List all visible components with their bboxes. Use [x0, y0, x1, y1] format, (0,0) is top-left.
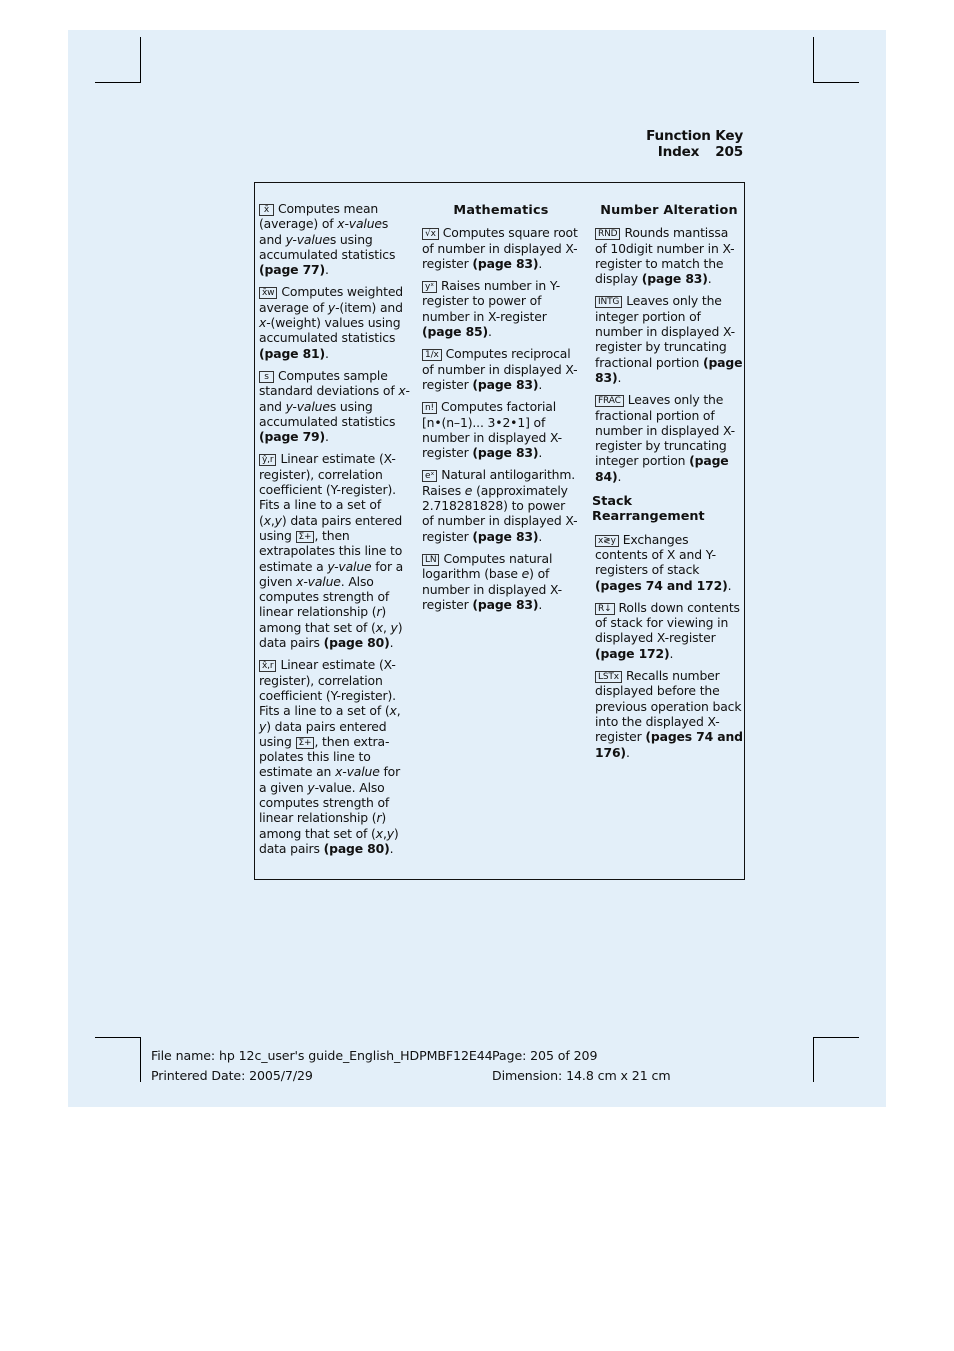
page-reference: (page 83)	[472, 528, 539, 544]
page-reference: (pages 74 and 172)	[595, 577, 728, 593]
dimension: Dimension: 14.8 cm x 21 cm	[492, 1068, 671, 1083]
function-entry: 1/x Computes reciprocal of number in disp…	[422, 346, 578, 392]
function-entry: n! Computes factorial [n•(n–1)... 3•2•1] …	[422, 399, 562, 461]
function-entry: x̄w Computes weighted average of y-(item)…	[259, 284, 404, 361]
printed-date: Printered Date: 2005/7/29	[151, 1068, 313, 1083]
page-reference: (page 83)	[472, 376, 539, 392]
running-head: Function Key Index 205	[560, 128, 743, 160]
function-entry: x≷y Exchanges contents of X and Y-registe…	[595, 531, 732, 593]
page-reference: (page 83)	[472, 596, 539, 612]
function-entry: INTG Leaves only the integer portion of n…	[595, 293, 743, 385]
crop-mark	[140, 37, 142, 82]
function-entry: LSTx Recalls number displayed before the …	[595, 668, 743, 760]
page-number: 205	[715, 144, 743, 160]
function-key-box: x̄ Computes mean (average) of x-values an…	[254, 182, 745, 880]
calculator-key-icon: x≷y	[595, 534, 619, 547]
calculator-key-icon: s	[259, 370, 274, 383]
calculator-key-icon: 1/x	[422, 349, 442, 362]
calculator-key-icon: n!	[422, 402, 438, 415]
page-reference: (page 85)	[422, 324, 489, 340]
calculator-key-icon: x̂,r	[259, 660, 277, 673]
page-reference: (page 81)	[259, 345, 326, 361]
calculator-key-icon: Σ+	[295, 736, 315, 749]
crop-mark	[140, 1037, 142, 1082]
footer-left: File name: hp 12c_user's guide_English_H…	[151, 1046, 493, 1086]
calculator-key-icon: ŷ,r	[259, 454, 277, 467]
function-entry: yˣ Raises number in Y-register to power o…	[422, 278, 561, 340]
function-entry: LN Computes natural logarithm (base e) of…	[422, 550, 562, 612]
calculator-key-icon: LN	[422, 553, 440, 566]
calculator-key-icon: INTG	[595, 296, 623, 309]
page-reference: (page 84)	[595, 453, 729, 484]
calculator-key-icon: Σ+	[295, 530, 315, 543]
footer-right: Page: 205 of 209 Dimension: 14.8 cm x 21…	[492, 1046, 671, 1086]
crop-mark	[813, 1037, 859, 1039]
calculator-key-icon: FRAC	[595, 395, 624, 408]
function-entry: RND Rounds mantissa of 10digit number in …	[595, 225, 735, 287]
calculator-key-icon: x̄w	[259, 287, 278, 300]
number-alteration-column: Number Alteration RND Rounds mantissa of …	[592, 203, 743, 767]
page-reference: (page 83)	[595, 354, 743, 385]
calculator-key-icon: RND	[595, 228, 621, 241]
crop-mark	[813, 82, 859, 84]
page-reference: (page 79)	[259, 429, 326, 445]
function-entry: x̂,r Linear estimate (X-register), correl…	[259, 657, 401, 856]
page-reference: (page 77)	[259, 262, 326, 278]
statistics-column: x̄ Computes mean (average) of x-values an…	[259, 201, 411, 863]
calculator-key-icon: R↓	[595, 602, 615, 615]
crop-mark	[813, 37, 815, 82]
crop-mark	[95, 1037, 141, 1039]
file-name: File name: hp 12c_user's guide_English_H…	[151, 1048, 493, 1063]
function-entry: R↓ Rolls down contents of stack for viewi…	[595, 599, 740, 661]
calculator-key-icon: yˣ	[422, 281, 438, 294]
number-alteration-heading: Number Alteration	[600, 203, 738, 218]
function-entry: s Computes sample standard deviations of …	[259, 367, 410, 445]
calculator-key-icon: x̄	[259, 204, 274, 216]
page-reference: (page 172)	[595, 645, 670, 661]
page-reference: (page 80)	[323, 840, 390, 856]
page-reference: (page 83)	[472, 255, 539, 271]
page-reference: (page 83)	[472, 445, 539, 461]
calculator-key-icon: LSTx	[595, 671, 622, 684]
function-entry: eˣ Natural antilogarithm. Raises e (appro…	[422, 467, 578, 544]
function-entry: FRAC Leaves only the fractional portion o…	[595, 392, 735, 484]
stack-rearrangement-heading: Stack Rearrangement	[592, 494, 705, 525]
function-entry: x̄ Computes mean (average) of x-values an…	[259, 201, 396, 278]
crop-mark	[95, 82, 141, 84]
crop-mark	[813, 1037, 815, 1082]
function-entry: √x Computes square root of number in disp…	[422, 225, 578, 271]
calculator-key-icon: eˣ	[422, 470, 438, 483]
page-info: Page: 205 of 209	[492, 1048, 598, 1063]
page-reference: (page 83)	[641, 271, 708, 287]
mathematics-heading: Mathematics	[453, 203, 549, 218]
page-reference: (page 80)	[323, 635, 390, 651]
calculator-key-icon: √x	[422, 228, 439, 241]
mathematics-column: Mathematics √x Computes square root of nu…	[422, 203, 580, 619]
page-reference: (pages 74 and 176)	[595, 729, 743, 760]
function-entry: ŷ,r Linear estimate (X-register), correla…	[259, 451, 404, 651]
